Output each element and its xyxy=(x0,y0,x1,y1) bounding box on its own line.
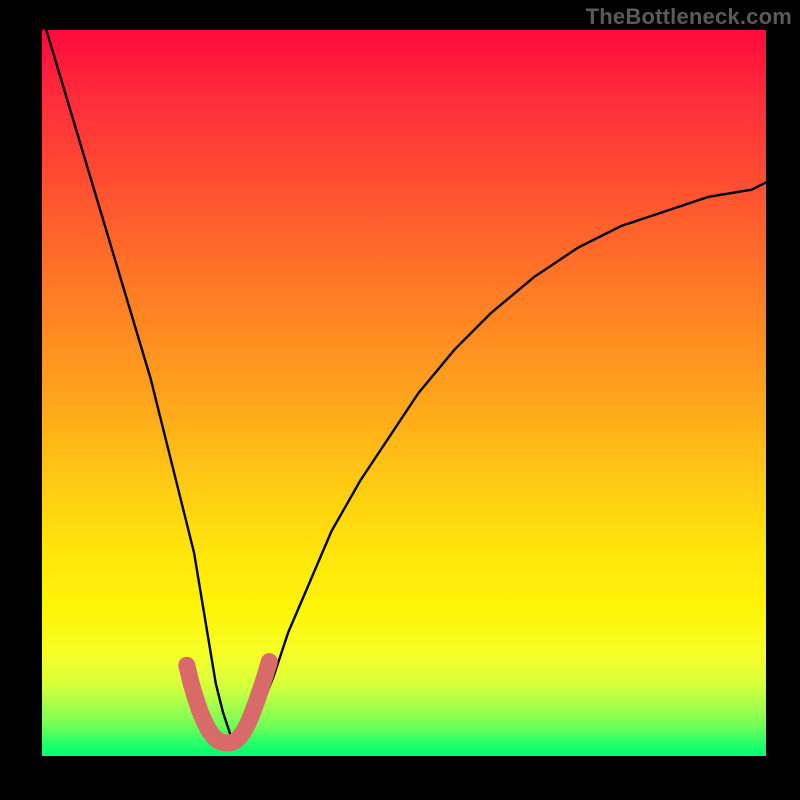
bottleneck-curve xyxy=(42,15,766,741)
chart-stage: TheBottleneck.com xyxy=(0,0,800,800)
watermark-text: TheBottleneck.com xyxy=(586,4,792,30)
chart-svg xyxy=(42,30,766,756)
plot-area xyxy=(42,30,766,756)
curve-layer xyxy=(42,15,766,742)
